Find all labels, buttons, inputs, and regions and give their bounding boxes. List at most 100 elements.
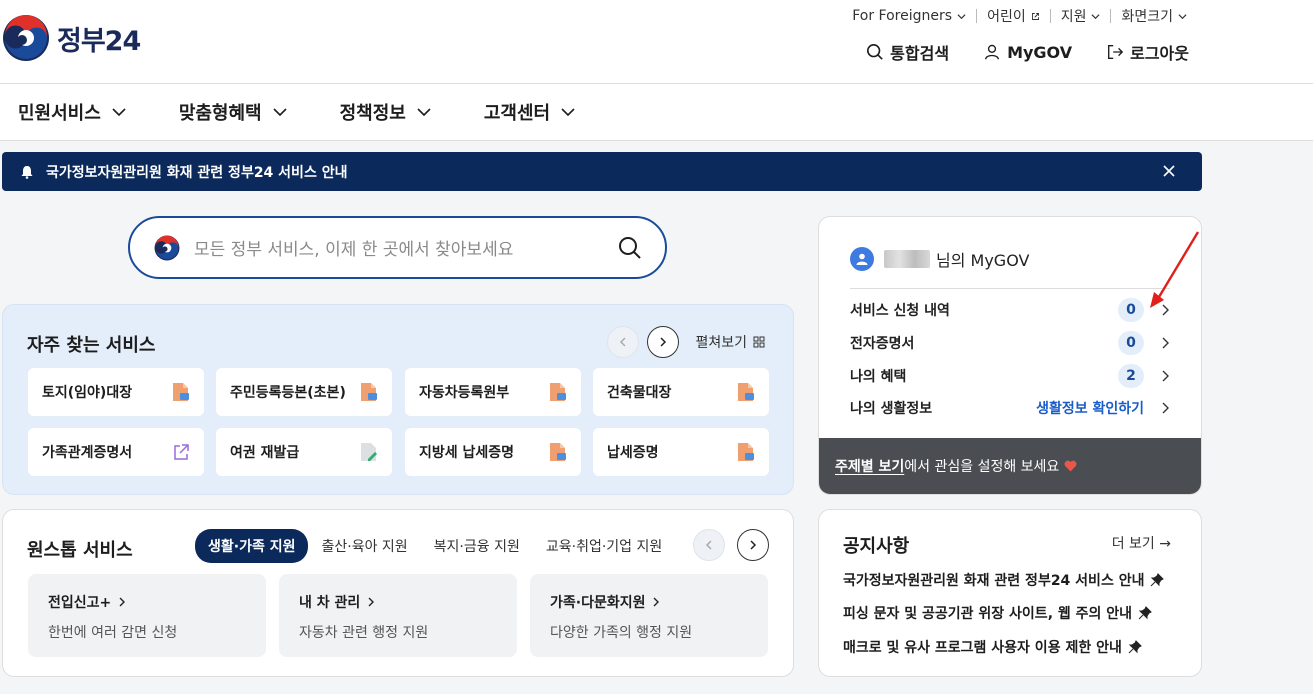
section-title: 공지사항 [843,536,910,557]
chevron-right-icon [660,337,667,347]
notice-panel: 공지사항 더 보기 → 국가정보자원관리원 화재 관련 정부24 서비스 안내 … [818,509,1202,677]
chevron-down-icon [561,108,575,117]
nav-policy-info[interactable]: 정책정보 [340,99,432,125]
mygov-button[interactable]: MyGOV [983,40,1072,64]
edit-document-icon [361,443,377,461]
onestop-card[interactable]: 전입신고+ 한번에 여러 감면 신청 [28,574,266,657]
main-search-box[interactable]: 모든 정부 서비스, 이제 한 곳에서 찾아보세요 [128,216,667,279]
chevron-down-icon [1091,13,1100,19]
count-badge: 0 [1118,298,1144,322]
interest-setting-bar[interactable]: 주제별 보기 에서 관심을 설정해 보세요 [819,438,1201,494]
service-card[interactable]: 주민등록등본(초본) [216,368,392,416]
tab-life-family[interactable]: 생활·가족 지원 [195,529,309,563]
notice-banner[interactable]: 국가정보자원관리원 화재 관련 정부24 서비스 안내 [2,152,1202,191]
notice-item[interactable]: 매크로 및 유사 프로그램 사용자 이용 제한 안내 [843,637,1142,657]
divider [850,288,1170,289]
chevron-down-icon [112,108,126,117]
life-info-link[interactable]: 생활정보 확인하기 [1036,398,1144,418]
site-header: 정부24 For Foreigners 어린이 지원 화면크기 통합검색 MyG… [0,0,1313,84]
service-card[interactable]: 자동차등록원부 [405,368,581,416]
external-link-icon [1031,12,1039,20]
avatar [850,247,874,271]
taegeuk-logo-icon [3,15,49,61]
prev-button[interactable] [607,326,639,358]
main-nav: 민원서비스 맞춤형혜택 정책정보 고객센터 [0,84,1313,141]
tab-welfare-finance[interactable]: 복지·금융 지원 [421,529,533,563]
chevron-right-icon [750,540,757,550]
close-icon[interactable] [1162,164,1176,178]
blurred-username [884,250,930,268]
tab-birth-childcare[interactable]: 출산·육아 지원 [308,529,420,563]
nav-civil-service[interactable]: 민원서비스 [18,99,127,125]
onestop-services-panel: 원스톱 서비스 생활·가족 지원 출산·육아 지원 복지·금융 지원 교육·취업… [2,509,794,677]
nav-custom-benefits[interactable]: 맞춤형혜택 [179,99,288,125]
chevron-right-icon [1162,337,1169,349]
chevron-down-icon [957,13,966,19]
prev-button[interactable] [693,529,725,561]
logout-icon [1108,45,1124,59]
top-actions: 통합검색 MyGOV 로그아웃 [866,40,1189,64]
service-card[interactable]: 여권 재발급 [216,428,392,476]
pin-icon [1151,573,1165,587]
integrated-search-button[interactable]: 통합검색 [866,40,949,64]
count-badge: 2 [1118,364,1144,388]
for-foreigners-menu[interactable]: For Foreigners [842,8,976,24]
my-benefits[interactable]: 나의 혜택 2 [850,363,1170,389]
banner-text: 국가정보자원관리원 화재 관련 정부24 서비스 안내 [46,164,348,181]
chevron-right-icon [1162,402,1169,414]
count-badge: 0 [1118,331,1144,355]
my-life-info[interactable]: 나의 생활정보 생활정보 확인하기 [850,395,1170,421]
search-icon[interactable] [617,235,643,261]
pin-icon [1138,606,1152,620]
user-icon [985,44,1000,60]
chevron-down-icon [417,108,431,117]
topic-view-link[interactable]: 주제별 보기 [835,456,904,476]
service-card[interactable]: 납세증명 [593,428,769,476]
section-title: 원스톱 서비스 [27,540,133,561]
next-button[interactable] [737,529,769,561]
chevron-left-icon [619,337,626,347]
bell-icon [21,165,33,179]
heart-icon [1064,460,1077,472]
next-button[interactable] [647,326,679,358]
document-icon [738,383,754,401]
service-application-history[interactable]: 서비스 신청 내역 0 [850,297,1170,323]
pin-icon [1128,640,1142,654]
chevron-left-icon [705,540,712,550]
support-menu[interactable]: 지원 [1051,6,1111,26]
section-title: 자주 찾는 서비스 [27,335,156,356]
chevron-right-icon [368,597,375,607]
grid-icon [753,336,765,348]
logout-button[interactable]: 로그아웃 [1106,40,1189,64]
mygov-greeting: 님의 MyGOV [850,247,1029,271]
service-card[interactable]: 지방세 납세증명 [405,428,581,476]
chevron-right-icon [1162,304,1169,316]
notice-item[interactable]: 국가정보자원관리원 화재 관련 정부24 서비스 안내 [843,570,1165,590]
utility-menu: For Foreigners 어린이 지원 화면크기 [842,6,1197,26]
gov24-logo[interactable]: 정부24 [2,14,141,62]
chevron-down-icon [273,108,287,117]
chevron-right-icon [1162,370,1169,382]
taegeuk-icon [154,235,180,260]
onestop-card[interactable]: 내 차 관리 자동차 관련 행정 지원 [279,574,517,657]
mygov-panel: 님의 MyGOV 서비스 신청 내역 0 전자증명서 0 나의 혜택 2 나의 … [818,216,1202,495]
font-size-menu[interactable]: 화면크기 [1111,6,1197,26]
spread-view-button[interactable]: 펼쳐보기 [695,332,765,352]
tab-education-job[interactable]: 교육·취업·기업 지원 [533,529,675,563]
onestop-card[interactable]: 가족·다문화지원 다양한 가족의 행정 지원 [530,574,768,657]
external-link-icon [174,444,189,460]
service-card[interactable]: 가족관계증명서 [28,428,204,476]
service-card[interactable]: 토지(임야)대장 [28,368,204,416]
document-icon [738,443,754,461]
chevron-right-icon [653,597,660,607]
notice-item[interactable]: 피싱 문자 및 공공기관 위장 사이트, 웹 주의 안내 [843,603,1152,623]
e-certificates[interactable]: 전자증명서 0 [850,330,1170,356]
nav-customer-center[interactable]: 고객센터 [484,99,576,125]
search-input[interactable]: 모든 정부 서비스, 이제 한 곳에서 찾아보세요 [194,235,513,260]
service-card[interactable]: 건축물대장 [593,368,769,416]
more-link[interactable]: 더 보기 → [1112,533,1171,553]
kids-link[interactable]: 어린이 [977,6,1050,26]
user-icon [856,253,868,265]
frequent-services-panel: 자주 찾는 서비스 펼쳐보기 토지(임야)대장 주민등록등본(초본) 자동차등록… [2,304,794,495]
logo-text: 정부24 [57,25,141,57]
